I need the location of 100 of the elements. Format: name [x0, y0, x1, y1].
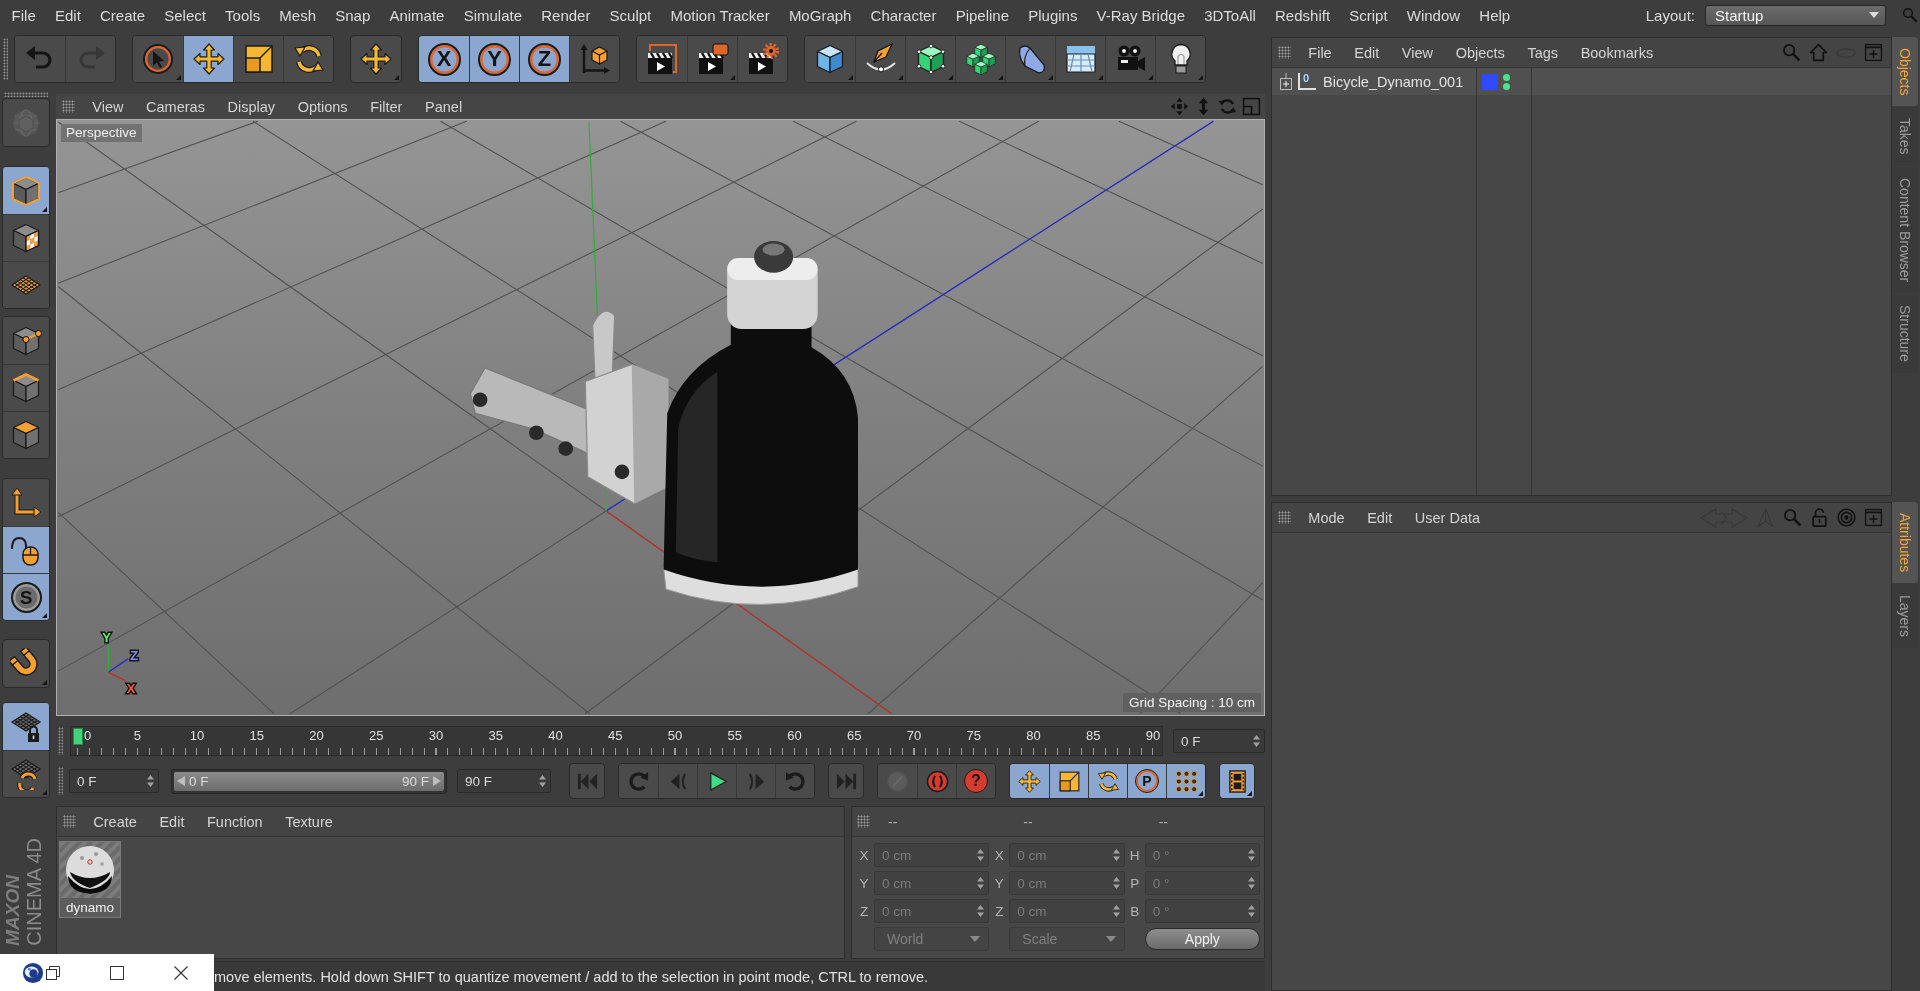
- transform-tool-button[interactable]: [350, 35, 402, 83]
- restore-icon[interactable]: [46, 965, 60, 980]
- menu-item[interactable]: Render: [531, 1, 600, 29]
- menu-item[interactable]: V-Ray Bridge: [1087, 1, 1195, 29]
- menu-item[interactable]: Create: [90, 1, 155, 29]
- expand-toggle-icon[interactable]: [1280, 72, 1292, 91]
- spinner-icon[interactable]: [1253, 735, 1260, 747]
- menu-item[interactable]: Motion Tracker: [660, 1, 780, 29]
- panel-grip[interactable]: [63, 815, 76, 828]
- menu-item[interactable]: Animate: [379, 1, 455, 29]
- menu-item[interactable]: File: [2, 1, 46, 29]
- panel-grip[interactable]: [62, 100, 75, 113]
- menu-item[interactable]: Select: [154, 1, 216, 29]
- deformer-button[interactable]: [1005, 36, 1055, 82]
- z-axis-button[interactable]: Z: [519, 36, 569, 82]
- toolbar-grip[interactable]: [3, 38, 8, 80]
- floor-button[interactable]: [1055, 36, 1105, 82]
- spinner-icon[interactable]: [147, 775, 154, 787]
- menu-item[interactable]: User Data: [1403, 505, 1492, 530]
- toolbar-grip[interactable]: [4, 92, 48, 97]
- submenu-triangle-icon[interactable]: [1247, 791, 1252, 796]
- menu-item[interactable]: Edit: [1355, 505, 1404, 530]
- menu-item[interactable]: View: [1390, 40, 1445, 65]
- coordinate-system-button[interactable]: [569, 36, 619, 82]
- menu-item[interactable]: Options: [286, 94, 359, 119]
- panel-grip[interactable]: [58, 767, 63, 795]
- start-frame-field[interactable]: 0 F: [69, 769, 159, 793]
- subdivision-button[interactable]: [905, 36, 955, 82]
- tweak-mode-button[interactable]: [3, 526, 49, 573]
- move-key-button[interactable]: [1010, 764, 1049, 798]
- snap-button[interactable]: [2, 639, 50, 688]
- cloner-button[interactable]: [955, 36, 1005, 82]
- pen-button[interactable]: [855, 36, 905, 82]
- rotate-tool-button[interactable]: [283, 36, 333, 82]
- solo-button[interactable]: S: [3, 573, 49, 620]
- menu-item[interactable]: MoGraph: [779, 1, 861, 29]
- point-level-key-button[interactable]: [1166, 764, 1205, 798]
- side-tab[interactable]: Objects: [1892, 37, 1918, 107]
- menu-item[interactable]: Redshift: [1265, 1, 1340, 29]
- panel-grip[interactable]: [1278, 46, 1291, 59]
- left-arrow-icon[interactable]: [177, 776, 185, 786]
- menu-item[interactable]: Simulate: [454, 1, 532, 29]
- layout-dropdown[interactable]: Startup: [1705, 4, 1886, 26]
- menu-item[interactable]: Texture: [273, 809, 345, 834]
- panel-grip[interactable]: [1278, 511, 1291, 524]
- menu-item[interactable]: Help: [1469, 1, 1520, 29]
- material-item[interactable]: dynamo: [59, 841, 121, 918]
- end-frame-field[interactable]: 90 F: [457, 769, 551, 793]
- minimized-window[interactable]: [0, 954, 214, 991]
- menu-item[interactable]: Character: [861, 1, 947, 29]
- right-arrow-icon[interactable]: [433, 776, 441, 786]
- menu-item[interactable]: File: [1297, 40, 1343, 65]
- submenu-triangle-icon[interactable]: [1198, 791, 1203, 796]
- menu-item[interactable]: Sculpt: [600, 1, 661, 29]
- timeline-ruler[interactable]: 0 5 10 15 20 25 30 35 40 45 50 55 60 65 70 75 80 85 90: [70, 726, 1163, 756]
- light-button[interactable]: [1155, 36, 1205, 82]
- workplane-mode-button[interactable]: [3, 261, 49, 308]
- menu-item[interactable]: Pipeline: [946, 1, 1019, 29]
- visibility-dot-icon[interactable]: [1503, 82, 1510, 90]
- close-icon[interactable]: [174, 965, 188, 980]
- menu-item[interactable]: Window: [1397, 1, 1470, 29]
- menu-item[interactable]: Bookmarks: [1569, 40, 1665, 65]
- submenu-triangle-icon[interactable]: [42, 613, 47, 618]
- menu-item[interactable]: Panel: [413, 94, 474, 119]
- key-selection-button[interactable]: ?: [956, 764, 995, 798]
- render-settings-button[interactable]: [737, 36, 787, 82]
- submenu-triangle-icon[interactable]: [42, 207, 47, 212]
- object-row[interactable]: 0 Bicycle_Dynamo_001: [1272, 68, 1891, 95]
- maximize-icon[interactable]: [110, 965, 124, 980]
- menu-item[interactable]: Mesh: [269, 1, 326, 29]
- menu-item[interactable]: Edit: [148, 809, 196, 834]
- menu-item[interactable]: Function: [195, 809, 274, 834]
- playhead-handle[interactable]: [72, 728, 83, 745]
- current-frame-field[interactable]: 0 F: [1173, 729, 1265, 753]
- menu-item[interactable]: Tools: [215, 1, 270, 29]
- menu-item[interactable]: Objects: [1444, 40, 1517, 65]
- scale-key-button[interactable]: [1049, 764, 1088, 798]
- menu-item[interactable]: Script: [1339, 1, 1398, 29]
- cube-button[interactable]: [805, 36, 855, 82]
- side-tab[interactable]: Attributes: [1892, 502, 1918, 584]
- menu-item[interactable]: Mode: [1297, 505, 1356, 530]
- dynamo-model-drawing[interactable]: [469, 240, 859, 605]
- menu-item[interactable]: Edit: [45, 1, 91, 29]
- spinner-icon[interactable]: [539, 775, 546, 787]
- app-logo-icon[interactable]: [22, 961, 44, 984]
- menu-item[interactable]: Cameras: [134, 94, 217, 119]
- go-to-start-button[interactable]: [569, 763, 605, 799]
- select-tool-button[interactable]: [133, 36, 183, 82]
- polygons-mode-button[interactable]: [3, 411, 49, 458]
- menu-item[interactable]: 3DToAll: [1194, 1, 1266, 29]
- visibility-dot-icon[interactable]: [1503, 73, 1510, 81]
- panel-grip[interactable]: [58, 727, 63, 755]
- menu-item[interactable]: Snap: [325, 1, 380, 29]
- move-tool-button[interactable]: [183, 36, 233, 82]
- rotate-key-button[interactable]: [1088, 764, 1127, 798]
- camera-label[interactable]: Perspective: [61, 124, 142, 142]
- align-workplane-button[interactable]: [3, 750, 49, 797]
- panel-grip[interactable]: [857, 815, 870, 828]
- model-mode-button[interactable]: [3, 167, 49, 214]
- x-axis-button[interactable]: X: [419, 36, 469, 82]
